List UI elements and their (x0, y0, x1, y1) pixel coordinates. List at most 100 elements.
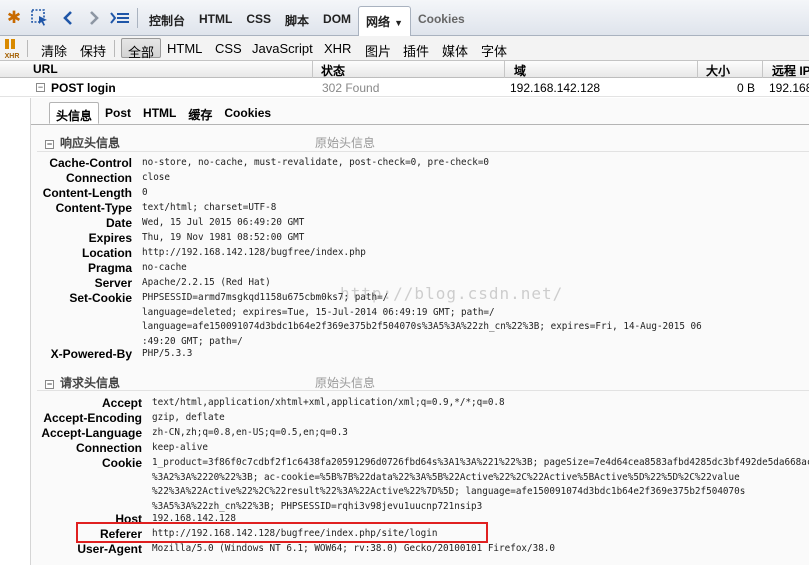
filter-separator (114, 40, 115, 57)
table-row[interactable]: − POST login 302 Found 192.168.142.128 0… (0, 78, 809, 97)
watermark: http://blog.csdn.net/ (340, 284, 564, 303)
inspect-icon[interactable] (30, 8, 50, 28)
column-divider[interactable] (697, 61, 698, 78)
column-url[interactable]: URL (33, 62, 58, 76)
firebug-icon[interactable]: ✱ (4, 8, 24, 28)
forward-icon[interactable] (84, 8, 104, 28)
column-remote-ip[interactable]: 远程 IP (772, 62, 809, 79)
tab-detail-html[interactable]: HTML (137, 102, 182, 124)
tab-cookies[interactable]: Cookies (411, 6, 472, 36)
request-size: 0 B (737, 81, 756, 95)
request-headers-title[interactable]: − 请求头信息 (45, 374, 120, 390)
header-value: zh-CN,zh;q=0.8,en-US;q=0.5,en;q=0.3 (152, 427, 348, 438)
response-headers-label: 响应头信息 (60, 136, 121, 150)
header-value: no-cache (142, 262, 187, 273)
tab-script[interactable]: 脚本 (278, 6, 316, 36)
header-name: Cookie (101, 456, 142, 470)
filter-media-button[interactable]: 媒体 (436, 38, 474, 59)
tab-cache[interactable]: 缓存 (182, 102, 218, 124)
tab-detail-cookies[interactable]: Cookies (218, 102, 277, 124)
header-name: Connection (66, 171, 132, 185)
tab-dom[interactable]: DOM (316, 6, 358, 36)
column-divider[interactable] (312, 61, 313, 78)
header-name: Pragma (87, 261, 132, 275)
command-line-icon[interactable] (110, 8, 130, 28)
header-value: text/html; charset=UTF-8 (142, 202, 277, 213)
filter-plugins-button[interactable]: 插件 (397, 38, 435, 59)
filter-xhr-button[interactable]: XHR (318, 38, 357, 58)
collapse-toggle-icon[interactable]: − (45, 140, 54, 149)
column-status[interactable]: 状态 (321, 62, 345, 79)
xhr-icon-label: XHR (4, 53, 20, 60)
header-value: gzip, deflate (152, 412, 225, 423)
header-value: close (142, 172, 170, 183)
filter-separator (27, 40, 28, 57)
tab-css[interactable]: CSS (239, 6, 278, 36)
tab-console[interactable]: 控制台 (142, 6, 192, 36)
tab-net-label: 网络 (366, 15, 391, 29)
header-name: Cache-Control (49, 156, 132, 170)
chevron-down-icon[interactable]: ▼ (394, 18, 403, 28)
response-headers-title[interactable]: − 响应头信息 (45, 134, 120, 150)
collapse-toggle-icon[interactable]: − (45, 380, 54, 389)
header-value: text/html,application/xhtml+xml,applicat… (152, 397, 505, 408)
column-divider[interactable] (762, 61, 763, 78)
filter-javascript-button[interactable]: JavaScript (246, 38, 319, 58)
header-name: Location (82, 246, 132, 260)
header-value: 1_product=3f86f0c7cdbf2f1c6438fa20591296… (152, 457, 809, 512)
header-value: PHP/5.3.3 (142, 348, 193, 359)
header-value: Thu, 19 Nov 1981 08:52:00 GMT (142, 232, 305, 243)
header-name: Accept-Encoding (43, 411, 142, 425)
header-value: http://192.168.142.128/bugfree/index.php (142, 247, 366, 258)
tab-net[interactable]: 网络 ▼ (358, 6, 411, 37)
raw-headers-link[interactable]: 原始头信息 (315, 134, 375, 151)
header-name: Date (105, 216, 132, 230)
xhr-break-icon[interactable]: XHR (3, 39, 21, 60)
request-url[interactable]: POST login (51, 81, 116, 95)
section-divider (37, 390, 809, 391)
tab-divider (31, 124, 809, 125)
filter-all-button[interactable]: 全部 (121, 38, 162, 60)
request-detail-panel: 头信息 Post HTML 缓存 Cookies − 响应头信息 原始头信息 Ca… (30, 98, 809, 565)
collapse-toggle-icon[interactable]: − (36, 83, 45, 92)
column-domain[interactable]: 域 (514, 62, 526, 79)
tab-html[interactable]: HTML (192, 6, 239, 36)
request-status: 302 Found (322, 81, 380, 95)
filter-fonts-button[interactable]: 字体 (475, 38, 513, 59)
clear-button[interactable]: 清除 (35, 38, 73, 59)
header-name: Server (94, 276, 132, 290)
firebug-toolbar: ✱ 控制台 HTML CSS 脚本 DOM 网络 ▼ Cookies (0, 0, 809, 37)
header-value: 0 (142, 187, 148, 198)
header-value: Wed, 15 Jul 2015 06:49:20 GMT (142, 217, 305, 228)
filter-html-button[interactable]: HTML (161, 38, 208, 58)
header-name: X-Powered-By (50, 347, 132, 361)
back-icon[interactable] (58, 8, 78, 28)
section-divider (37, 151, 809, 152)
detail-tabs: 头信息 Post HTML 缓存 Cookies (49, 102, 277, 124)
request-remote-ip: 192.168 (769, 81, 809, 95)
header-name: Content-Length (42, 186, 132, 200)
header-name: Connection (76, 441, 142, 455)
header-name: Accept-Language (41, 426, 142, 440)
referer-highlight-box (76, 522, 488, 543)
persist-button[interactable]: 保持 (74, 38, 112, 59)
raw-headers-link[interactable]: 原始头信息 (315, 374, 375, 391)
column-divider[interactable] (504, 61, 505, 78)
column-size[interactable]: 大小 (706, 62, 730, 79)
toolbar-separator (137, 8, 138, 28)
header-name: Content-Type (55, 201, 132, 215)
filter-css-button[interactable]: CSS (209, 38, 248, 58)
header-name: Set-Cookie (69, 291, 132, 305)
header-value: Apache/2.2.15 (Red Hat) (142, 277, 271, 288)
tab-post[interactable]: Post (99, 102, 137, 124)
tab-headers[interactable]: 头信息 (49, 102, 100, 124)
header-value: Mozilla/5.0 (Windows NT 6.1; WOW64; rv:3… (152, 543, 555, 554)
net-filter-bar: XHR 清除 保持 全部 HTML CSS JavaScript XHR 图片 … (0, 36, 809, 61)
panel-tabs: 控制台 HTML CSS 脚本 DOM 网络 ▼ Cookies (142, 6, 472, 37)
header-value: no-store, no-cache, must-revalidate, pos… (142, 157, 490, 168)
header-name: User-Agent (77, 542, 142, 556)
filter-images-button[interactable]: 图片 (359, 38, 397, 59)
header-name: Expires (88, 231, 132, 245)
header-value: keep-alive (152, 442, 208, 453)
header-name: Accept (101, 396, 142, 410)
